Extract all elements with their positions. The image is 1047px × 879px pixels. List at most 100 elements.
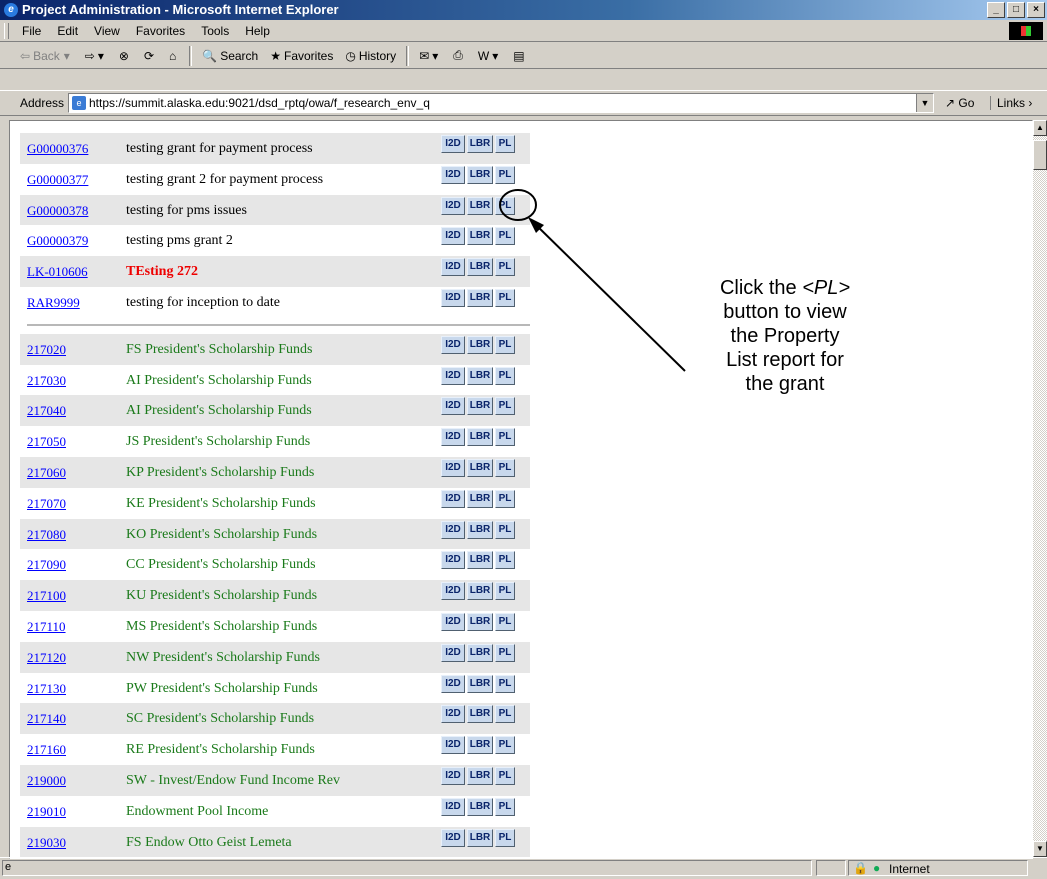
lbr-button[interactable]: LBR <box>467 258 493 277</box>
i2d-button[interactable]: I2D <box>441 135 465 153</box>
fund-code-link[interactable]: 217090 <box>27 557 66 573</box>
lbr-button[interactable]: LBR <box>467 366 493 385</box>
pl-button[interactable]: PL <box>495 705 515 724</box>
i2d-button[interactable]: I2D <box>441 196 465 215</box>
i2d-button[interactable]: I2D <box>441 428 465 447</box>
pl-button[interactable]: PL <box>495 612 515 631</box>
pl-button[interactable]: PL <box>495 366 515 385</box>
forward-button[interactable]: ⇨ ▾ <box>79 45 113 67</box>
i2d-button[interactable]: I2D <box>441 258 465 277</box>
pl-button[interactable]: PL <box>495 674 515 693</box>
lbr-button[interactable]: LBR <box>467 335 493 354</box>
lbr-button[interactable]: LBR <box>467 766 493 785</box>
fund-code-link[interactable]: 217140 <box>27 711 66 727</box>
fund-code-link[interactable]: 217070 <box>27 496 66 512</box>
i2d-button[interactable]: I2D <box>441 335 465 354</box>
refresh-button[interactable]: ⟳ <box>138 45 163 67</box>
lbr-button[interactable]: LBR <box>467 458 493 477</box>
fund-code-link[interactable]: 217130 <box>27 681 66 697</box>
mail-button[interactable]: ✉ ▾ <box>413 45 447 67</box>
i2d-button[interactable]: I2D <box>441 458 465 477</box>
fund-code-link[interactable]: 217020 <box>27 342 66 358</box>
pl-button[interactable]: PL <box>495 165 515 184</box>
lbr-button[interactable]: LBR <box>467 135 493 153</box>
stop-button[interactable]: ⊗ <box>113 45 138 67</box>
i2d-button[interactable]: I2D <box>441 165 465 184</box>
i2d-button[interactable]: I2D <box>441 736 465 755</box>
lbr-button[interactable]: LBR <box>467 612 493 631</box>
lbr-button[interactable]: LBR <box>467 397 493 416</box>
home-button[interactable]: ⌂ <box>163 45 185 67</box>
pl-button[interactable]: PL <box>495 196 515 215</box>
i2d-button[interactable]: I2D <box>441 227 465 246</box>
i2d-button[interactable]: I2D <box>441 397 465 416</box>
fund-code-link[interactable]: 217100 <box>27 588 66 604</box>
maximize-button[interactable]: □ <box>1007 2 1025 18</box>
fund-code-link[interactable]: 219030 <box>27 835 66 851</box>
pl-button[interactable]: PL <box>495 227 515 246</box>
fund-code-link[interactable]: 217050 <box>27 434 66 450</box>
pl-button[interactable]: PL <box>495 458 515 477</box>
lbr-button[interactable]: LBR <box>467 705 493 724</box>
fund-code-link[interactable]: 217060 <box>27 465 66 481</box>
lbr-button[interactable]: LBR <box>467 520 493 539</box>
i2d-button[interactable]: I2D <box>441 582 465 601</box>
menu-edit[interactable]: Edit <box>49 24 86 38</box>
pl-button[interactable]: PL <box>495 489 515 508</box>
pl-button[interactable]: PL <box>495 258 515 277</box>
minimize-button[interactable]: _ <box>987 2 1005 18</box>
lbr-button[interactable]: LBR <box>467 551 493 570</box>
pl-button[interactable]: PL <box>495 643 515 662</box>
pl-button[interactable]: PL <box>495 797 515 816</box>
address-input[interactable]: e https://summit.alaska.edu:9021/dsd_rpt… <box>68 93 934 113</box>
fund-code-link[interactable]: 217030 <box>27 373 66 389</box>
menu-tools[interactable]: Tools <box>193 24 237 38</box>
pl-button[interactable]: PL <box>495 428 515 447</box>
i2d-button[interactable]: I2D <box>441 612 465 631</box>
lbr-button[interactable]: LBR <box>467 428 493 447</box>
scroll-thumb[interactable] <box>1033 140 1047 170</box>
close-button[interactable]: × <box>1027 2 1045 18</box>
i2d-button[interactable]: I2D <box>441 674 465 693</box>
lbr-button[interactable]: LBR <box>467 674 493 693</box>
pl-button[interactable]: PL <box>495 288 515 307</box>
lbr-button[interactable]: LBR <box>467 165 493 184</box>
pl-button[interactable]: PL <box>495 397 515 416</box>
menu-file[interactable]: File <box>14 24 49 38</box>
fund-code-link[interactable]: 217120 <box>27 650 66 666</box>
scroll-down-button[interactable]: ▼ <box>1033 841 1047 857</box>
fund-code-link[interactable]: 217110 <box>27 619 66 635</box>
pl-button[interactable]: PL <box>495 582 515 601</box>
i2d-button[interactable]: I2D <box>441 797 465 816</box>
lbr-button[interactable]: LBR <box>467 736 493 755</box>
lbr-button[interactable]: LBR <box>467 227 493 246</box>
fund-code-link[interactable]: LK-010606 <box>27 264 88 280</box>
lbr-button[interactable]: LBR <box>467 643 493 662</box>
history-button[interactable]: ◷ History <box>339 45 402 67</box>
fund-code-link[interactable]: 217080 <box>27 527 66 543</box>
fund-code-link[interactable]: 217160 <box>27 742 66 758</box>
pl-button[interactable]: PL <box>495 551 515 570</box>
pl-button[interactable]: PL <box>495 828 515 847</box>
pl-button[interactable]: PL <box>495 335 515 354</box>
i2d-button[interactable]: I2D <box>441 551 465 570</box>
lbr-button[interactable]: LBR <box>467 582 493 601</box>
search-button[interactable]: 🔍 Search <box>196 45 264 67</box>
menu-help[interactable]: Help <box>237 24 278 38</box>
fund-code-link[interactable]: G00000377 <box>27 172 88 188</box>
i2d-button[interactable]: I2D <box>441 828 465 847</box>
lbr-button[interactable]: LBR <box>467 828 493 847</box>
i2d-button[interactable]: I2D <box>441 520 465 539</box>
i2d-button[interactable]: I2D <box>441 489 465 508</box>
fund-code-link[interactable]: 219010 <box>27 804 66 820</box>
vertical-scrollbar[interactable]: ▲ ▼ <box>1033 120 1047 857</box>
lbr-button[interactable]: LBR <box>467 797 493 816</box>
address-dropdown-icon[interactable]: ▼ <box>916 94 933 112</box>
i2d-button[interactable]: I2D <box>441 366 465 385</box>
pl-button[interactable]: PL <box>495 766 515 785</box>
fund-code-link[interactable]: G00000379 <box>27 233 88 249</box>
fund-code-link[interactable]: G00000376 <box>27 141 88 157</box>
back-button[interactable]: ⇦ Back ▾ <box>14 45 79 67</box>
fund-code-link[interactable]: 219000 <box>27 773 66 789</box>
scroll-up-button[interactable]: ▲ <box>1033 120 1047 136</box>
